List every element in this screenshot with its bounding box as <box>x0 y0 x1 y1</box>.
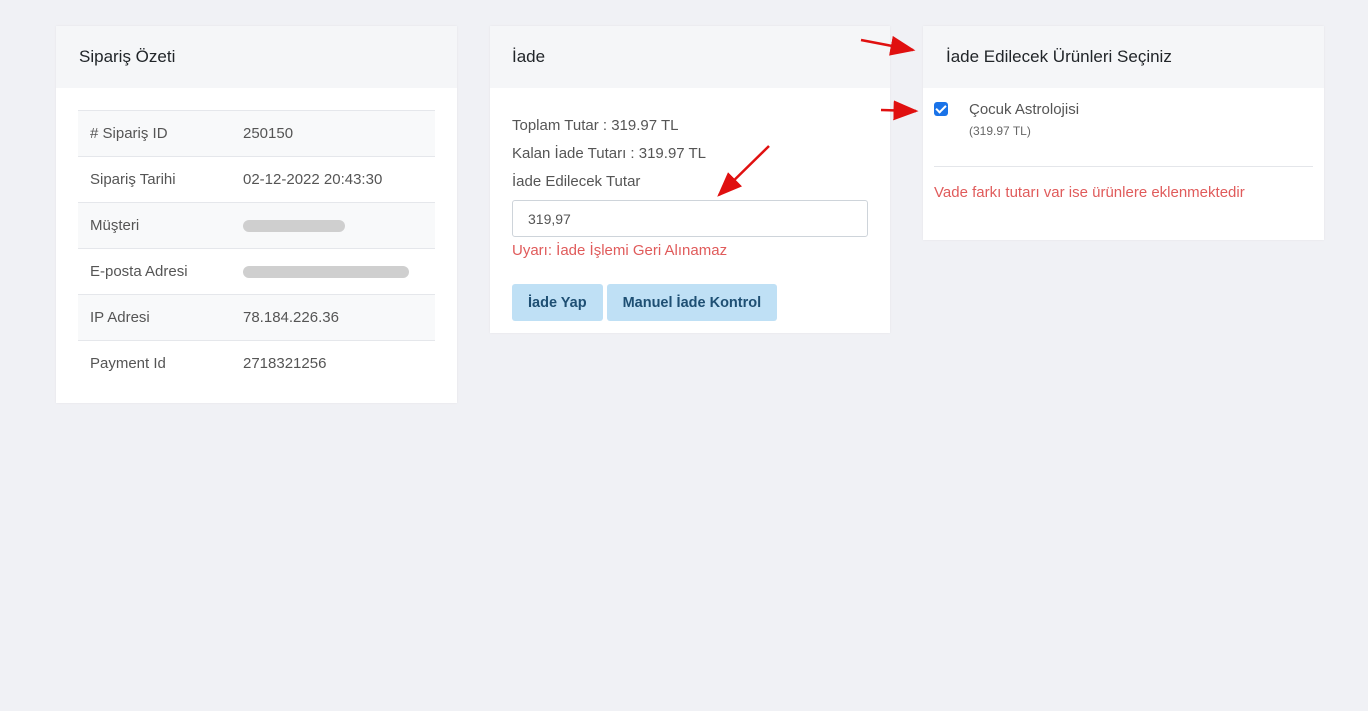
order-id-label: # Sipariş ID <box>90 125 168 142</box>
refund-products-title: İade Edilecek Ürünleri Seçiniz <box>923 26 1324 88</box>
table-row: Sipariş Tarihi 02-12-2022 20:43:30 <box>78 156 435 203</box>
ip-label: IP Adresi <box>90 309 150 326</box>
refund-amount-input[interactable]: 319,97 <box>512 200 868 237</box>
product-price: (319.97 TL) <box>969 124 1031 138</box>
order-summary-card: Sipariş Özeti # Sipariş ID 250150 Sipari… <box>56 26 457 403</box>
customer-label: Müşteri <box>90 217 140 234</box>
refund-card: İade Toplam Tutar : 319.97 TL Kalan İade… <box>490 26 890 333</box>
order-summary-title: Sipariş Özeti <box>56 26 457 88</box>
refund-products-card: İade Edilecek Ürünleri Seçiniz Çocuk Ast… <box>923 26 1324 240</box>
email-value <box>243 249 435 295</box>
divider <box>934 166 1313 167</box>
refund-title: İade <box>490 26 890 88</box>
table-row: # Sipariş ID 250150 <box>78 110 435 157</box>
product-name: Çocuk Astrolojisi <box>969 101 1080 118</box>
remaining-refund-amount: Kalan İade Tutarı : 319.97 TL <box>512 145 707 162</box>
total-amount: Toplam Tutar : 319.97 TL <box>512 117 679 134</box>
order-id-value: 250150 <box>243 125 294 142</box>
order-summary-table: # Sipariş ID 250150 Sipariş Tarihi 02-12… <box>78 110 435 387</box>
payment-id-label: Payment Id <box>90 355 166 373</box>
email-label: E-posta Adresi <box>90 263 188 280</box>
table-row: Müşteri <box>78 202 435 249</box>
product-checkbox[interactable] <box>934 102 948 116</box>
table-row: E-posta Adresi <box>78 248 435 295</box>
maturity-difference-note: Vade farkı tutarı var ise ürünlere eklen… <box>934 184 1245 201</box>
table-row: Payment Id 2718321256 <box>78 340 435 387</box>
refund-amount-label: İade Edilecek Tutar <box>512 173 641 190</box>
refund-warning: Uyarı: İade İşlemi Geri Alınamaz <box>512 242 728 259</box>
redacted-customer <box>243 220 345 233</box>
table-row: IP Adresi 78.184.226.36 <box>78 294 435 341</box>
ip-value: 78.184.226.36 <box>243 309 339 326</box>
customer-value[interactable] <box>243 203 435 249</box>
manual-refund-check-button[interactable]: Manuel İade Kontrol <box>606 284 778 321</box>
redacted-email <box>243 266 409 279</box>
list-item: Çocuk Astrolojisi (319.97 TL) <box>934 101 1079 138</box>
refund-button[interactable]: İade Yap <box>512 284 603 321</box>
order-date-value: 02-12-2022 20:43:30 <box>243 171 383 188</box>
payment-id-value: 2718321256 <box>243 355 327 373</box>
order-date-label: Sipariş Tarihi <box>90 171 176 188</box>
